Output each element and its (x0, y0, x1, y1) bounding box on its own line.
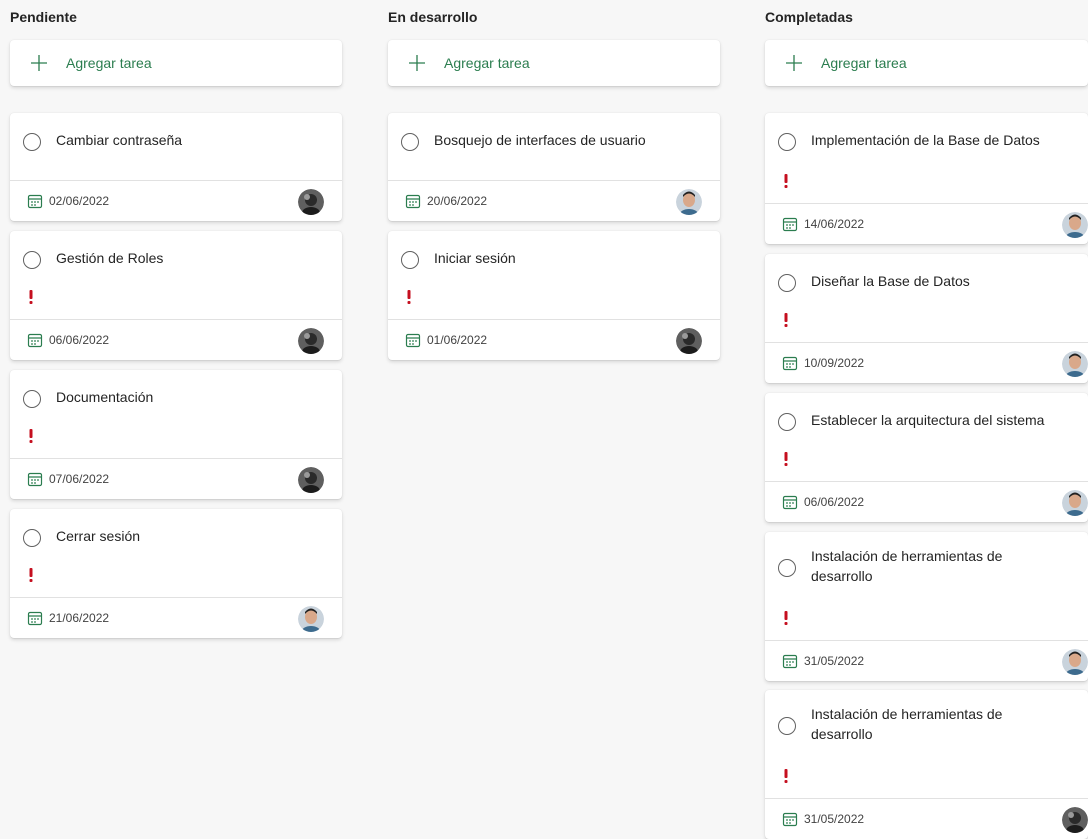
avatar[interactable] (1062, 212, 1088, 238)
task-title: Gestión de Roles (56, 250, 164, 266)
task-title: Documentación (56, 389, 154, 405)
task-title: Implementación de la Base de Datos (811, 132, 1040, 148)
calendar-icon (405, 333, 421, 348)
task-title: Instalación de herramientas de desarroll… (811, 548, 1003, 584)
task-footer: 06/06/2022 (10, 319, 342, 360)
due-date: 21/06/2022 (49, 611, 110, 625)
avatar[interactable] (298, 189, 324, 215)
task-footer: 07/06/2022 (10, 458, 342, 499)
calendar-icon (782, 812, 798, 827)
task-footer: 21/06/2022 (10, 597, 342, 638)
task-footer: 06/06/2022 (765, 481, 1088, 522)
task-footer: 20/06/2022 (388, 180, 720, 221)
task-card[interactable]: Iniciar sesión 01/06/2022 (388, 231, 720, 360)
circle-checkbox-icon[interactable] (23, 390, 41, 408)
due-date: 01/06/2022 (427, 333, 488, 347)
task-title: Iniciar sesión (434, 250, 516, 266)
due-date: 10/09/2022 (804, 356, 865, 370)
plus-icon (409, 55, 425, 71)
add-task-label: Agregar tarea (821, 55, 907, 71)
task-card[interactable]: Bosquejo de interfaces de usuario 20/06/… (388, 113, 720, 221)
task-title: Instalación de herramientas de desarroll… (811, 706, 1003, 742)
task-footer: 01/06/2022 (388, 319, 720, 360)
exclamation-icon (29, 568, 33, 582)
circle-checkbox-icon[interactable] (778, 274, 796, 292)
task-card[interactable]: Establecer la arquitectura del sistema 0… (765, 393, 1088, 522)
add-task-button[interactable]: Agregar tarea (765, 40, 1088, 86)
exclamation-icon (784, 174, 788, 188)
due-date: 20/06/2022 (427, 194, 488, 208)
circle-checkbox-icon[interactable] (23, 529, 41, 547)
plus-icon (31, 55, 47, 71)
avatar[interactable] (676, 328, 702, 354)
due-date: 07/06/2022 (49, 472, 110, 486)
plus-icon (786, 55, 802, 71)
task-footer: 14/06/2022 (765, 203, 1088, 244)
avatar[interactable] (676, 189, 702, 215)
task-footer: 02/06/2022 (10, 180, 342, 221)
add-task-button[interactable]: Agregar tarea (10, 40, 342, 86)
task-title: Establecer la arquitectura del sistema (811, 412, 1045, 428)
due-date: 06/06/2022 (804, 495, 865, 509)
exclamation-icon (784, 769, 788, 783)
exclamation-icon (784, 452, 788, 466)
avatar[interactable] (1062, 351, 1088, 377)
avatar[interactable] (1062, 807, 1088, 833)
add-task-button[interactable]: Agregar tarea (388, 40, 720, 86)
calendar-icon (782, 356, 798, 371)
task-card[interactable]: Implementación de la Base de Datos 14/06… (765, 113, 1088, 244)
circle-checkbox-icon[interactable] (401, 133, 419, 151)
exclamation-icon (29, 290, 33, 304)
task-card[interactable]: Documentación 07/06/2022 (10, 370, 342, 499)
task-card[interactable]: Cerrar sesión 21/06/2022 (10, 509, 342, 638)
circle-checkbox-icon[interactable] (23, 251, 41, 269)
column-title: En desarrollo (388, 9, 478, 25)
exclamation-icon (784, 313, 788, 327)
due-date: 31/05/2022 (804, 812, 865, 826)
calendar-icon (27, 333, 43, 348)
task-card[interactable]: Instalación de herramientas de desarroll… (765, 690, 1088, 839)
task-card[interactable]: Instalación de herramientas de desarroll… (765, 532, 1088, 681)
circle-checkbox-icon[interactable] (778, 717, 796, 735)
task-title: Bosquejo de interfaces de usuario (434, 132, 646, 148)
task-title: Cambiar contraseña (56, 132, 183, 148)
circle-checkbox-icon[interactable] (778, 133, 796, 151)
avatar[interactable] (298, 606, 324, 632)
circle-checkbox-icon[interactable] (23, 133, 41, 151)
calendar-icon (782, 654, 798, 669)
task-title: Cerrar sesión (56, 528, 141, 544)
circle-checkbox-icon[interactable] (778, 413, 796, 431)
add-task-label: Agregar tarea (444, 55, 530, 71)
task-footer: 31/05/2022 (765, 640, 1088, 681)
calendar-icon (27, 194, 43, 209)
avatar[interactable] (298, 467, 324, 493)
task-title: Diseñar la Base de Datos (811, 273, 970, 289)
calendar-icon (782, 495, 798, 510)
calendar-icon (405, 194, 421, 209)
column-title: Pendiente (10, 9, 77, 25)
column-title: Completadas (765, 9, 853, 25)
calendar-icon (782, 217, 798, 232)
task-footer: 31/05/2022 (765, 798, 1088, 839)
task-card[interactable]: Gestión de Roles 06/06/2022 (10, 231, 342, 360)
circle-checkbox-icon[interactable] (401, 251, 419, 269)
avatar[interactable] (1062, 490, 1088, 516)
avatar[interactable] (298, 328, 324, 354)
exclamation-icon (29, 429, 33, 443)
planner-board: Pendiente Agregar tarea Cambiar contrase… (0, 0, 1088, 839)
due-date: 02/06/2022 (49, 194, 110, 208)
exclamation-icon (407, 290, 411, 304)
circle-checkbox-icon[interactable] (778, 559, 796, 577)
add-task-label: Agregar tarea (66, 55, 152, 71)
task-card[interactable]: Cambiar contraseña 02/06/2022 (10, 113, 342, 221)
due-date: 06/06/2022 (49, 333, 110, 347)
calendar-icon (27, 611, 43, 626)
calendar-icon (27, 472, 43, 487)
task-card[interactable]: Diseñar la Base de Datos 10/09/2022 (765, 254, 1088, 383)
due-date: 31/05/2022 (804, 654, 865, 668)
task-footer: 10/09/2022 (765, 342, 1088, 383)
exclamation-icon (784, 611, 788, 625)
due-date: 14/06/2022 (804, 217, 865, 231)
avatar[interactable] (1062, 649, 1088, 675)
